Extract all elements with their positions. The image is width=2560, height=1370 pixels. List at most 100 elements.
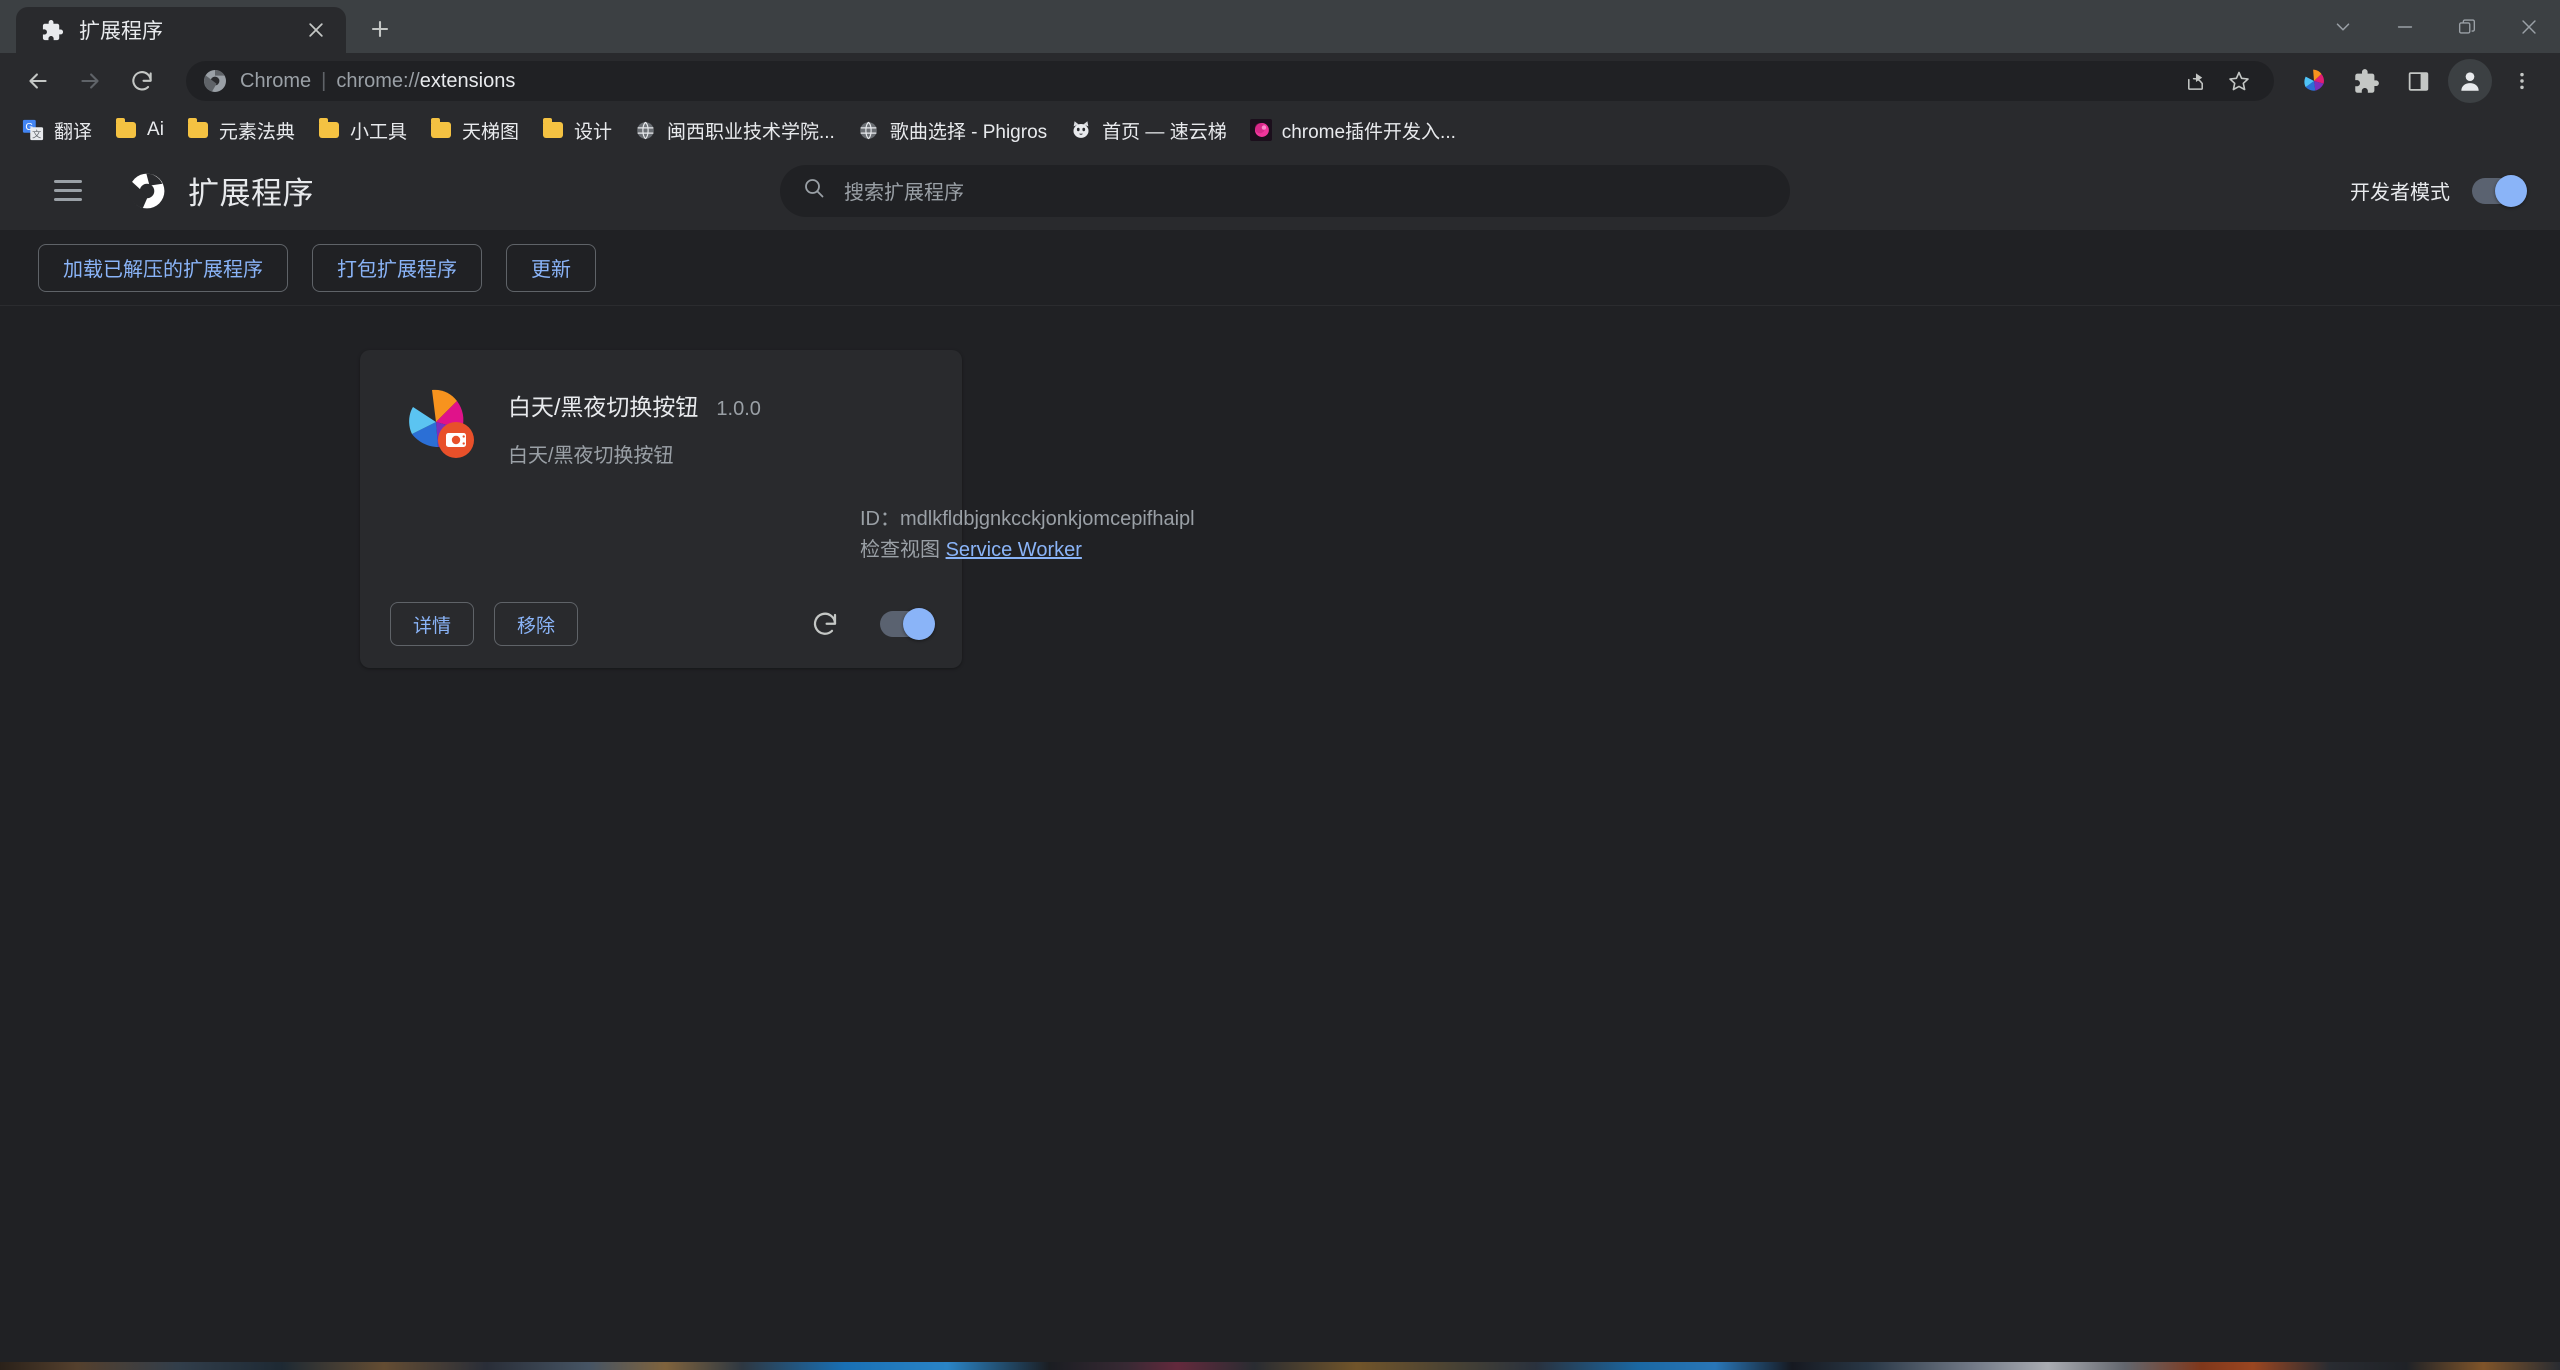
extension-name-row: 白天/黑夜切换按钮 1.0.0 xyxy=(508,388,761,422)
pink-sphere-icon xyxy=(1249,118,1273,142)
color-pinwheel-icon xyxy=(400,384,480,464)
details-button[interactable]: 详情 xyxy=(390,602,475,646)
extension-version: 1.0.0 xyxy=(716,398,761,420)
folder-icon xyxy=(541,118,565,142)
developer-mode-label: 开发者模式 xyxy=(2350,182,2450,204)
bookmark-item-chrome-plugin-dev[interactable]: chrome插件开发入... xyxy=(1238,111,1467,150)
tab-title: 扩展程序 xyxy=(79,20,163,43)
bookmark-folder-design[interactable]: 设计 xyxy=(530,111,623,150)
svg-text:文: 文 xyxy=(32,128,41,140)
reload-icon[interactable] xyxy=(808,607,842,641)
share-icon[interactable] xyxy=(2174,60,2216,102)
developer-mode-control: 开发者模式 xyxy=(2350,174,2527,207)
extension-card-controls xyxy=(808,607,935,641)
window-controls xyxy=(2312,0,2560,53)
remove-button[interactable]: 移除 xyxy=(494,602,579,646)
inspect-views-label: 检查视图 xyxy=(860,539,940,561)
extensions-action-toolbar: 加载已解压的扩展程序 打包扩展程序 更新 xyxy=(0,230,2560,306)
page-title: 扩展程序 xyxy=(188,176,314,211)
bookmark-folder-ai[interactable]: Ai xyxy=(103,112,175,148)
folder-icon xyxy=(114,118,138,142)
extension-id-row: ID：mdlkfldbjgnkcckjonkjomcepifhaipl xyxy=(860,502,1195,531)
extension-description: 白天/黑夜切换按钮 xyxy=(508,445,674,467)
forward-arrow-icon[interactable] xyxy=(66,57,114,105)
back-arrow-icon[interactable] xyxy=(14,57,62,105)
developer-mode-toggle[interactable] xyxy=(2472,174,2527,207)
globe-icon xyxy=(634,118,658,142)
star-icon[interactable] xyxy=(2218,60,2260,102)
bookmark-label: chrome插件开发入... xyxy=(1281,121,1456,143)
extension-enabled-toggle[interactable] xyxy=(880,608,935,640)
bookmark-label: 设计 xyxy=(573,121,612,143)
bookmark-item-suyunti[interactable]: 首页 — 速云梯 xyxy=(1058,111,1238,150)
omnibox-scheme-label: Chrome xyxy=(240,69,312,92)
extension-card-actions: 详情 移除 xyxy=(390,602,935,646)
bookmark-item-college[interactable]: 闽西职业技术学院... xyxy=(623,111,846,150)
bookmark-folder-tiantitu[interactable]: 天梯图 xyxy=(418,111,530,150)
update-button[interactable]: 更新 xyxy=(506,243,596,292)
bookmark-folder-yuansufadian[interactable]: 元素法典 xyxy=(175,111,306,150)
search-placeholder: 搜索扩展程序 xyxy=(844,182,964,204)
side-panel-icon[interactable] xyxy=(2394,57,2442,105)
folder-icon xyxy=(186,118,210,142)
browser-tab[interactable]: 扩展程序 xyxy=(16,7,346,53)
globe-icon xyxy=(857,118,881,142)
extension-meta: 白天/黑夜切换按钮 1.0.0 白天/黑夜切换按钮 xyxy=(508,378,761,468)
extension-views-row: 检查视图 Service Worker xyxy=(860,533,1082,562)
extensions-header: 扩展程序 搜索扩展程序 开发者模式 xyxy=(0,151,2560,230)
hamburger-menu-icon[interactable] xyxy=(54,171,94,211)
tab-strip: 扩展程序 xyxy=(0,0,2560,53)
bookmark-label: 元素法典 xyxy=(218,121,295,143)
omnibox-url-main: extensions xyxy=(419,69,516,92)
bookmark-label: 翻译 xyxy=(54,121,93,143)
taskbar-sliver xyxy=(0,1362,2560,1370)
minimize-button[interactable] xyxy=(2374,0,2436,53)
bookmark-label: Ai xyxy=(147,119,164,140)
bookmark-label: 天梯图 xyxy=(461,121,519,143)
folder-icon xyxy=(429,118,453,142)
extension-card: 白天/黑夜切换按钮 1.0.0 白天/黑夜切换按钮 ID：mdlkfldbjgn… xyxy=(360,350,1195,668)
pack-extension-button[interactable]: 打包扩展程序 xyxy=(312,243,482,292)
omnibox-separator: | xyxy=(321,69,327,92)
bookmark-folder-tools[interactable]: 小工具 xyxy=(306,111,418,150)
puzzle-piece-icon xyxy=(40,18,65,43)
search-icon xyxy=(802,176,826,205)
new-tab-button[interactable] xyxy=(358,7,402,51)
address-bar[interactable]: Chrome | chrome://extensions xyxy=(186,61,2274,101)
bookmark-label: 闽西职业技术学院... xyxy=(666,121,835,143)
close-button[interactable] xyxy=(2498,0,2560,53)
close-icon[interactable] xyxy=(300,14,332,46)
extension-card-header: 白天/黑夜切换按钮 1.0.0 白天/黑夜切换按钮 xyxy=(390,378,932,468)
browser-window: 扩展程序 Chrome | chrome://extensions G 文 翻译… xyxy=(0,0,2560,1370)
cat-icon xyxy=(1069,118,1093,142)
bookmark-label: 首页 — 速云梯 xyxy=(1102,121,1227,143)
chrome-logo-icon xyxy=(202,68,228,94)
address-bar-text: Chrome | chrome://extensions xyxy=(240,70,515,93)
load-unpacked-button[interactable]: 加载已解压的扩展程序 xyxy=(38,243,288,292)
three-dot-menu-icon[interactable] xyxy=(2498,57,2546,105)
tab-search-button[interactable] xyxy=(2312,0,2374,53)
search-extensions-field[interactable]: 搜索扩展程序 xyxy=(780,164,1790,217)
reload-icon[interactable] xyxy=(118,57,166,105)
extensions-page: 扩展程序 搜索扩展程序 开发者模式 加载已解压的扩展程序 打包扩展程序 更新 白… xyxy=(0,151,2560,1370)
bookmark-label: 歌曲选择 - Phigros xyxy=(889,121,1048,143)
restore-button[interactable] xyxy=(2436,0,2498,53)
extension-id-value: mdlkfldbjgnkcckjonkjomcepifhaipl xyxy=(900,508,1195,530)
service-worker-link[interactable]: Service Worker xyxy=(946,539,1082,561)
chrome-logo-icon xyxy=(128,172,166,210)
bookmark-label: 小工具 xyxy=(349,121,407,143)
google-translate-icon: G 文 xyxy=(21,118,45,142)
omnibox-url-prefix: chrome:// xyxy=(336,69,420,92)
omnibox-actions xyxy=(2174,60,2260,102)
extension-name: 白天/黑夜切换按钮 xyxy=(508,394,699,420)
browser-toolbar: Chrome | chrome://extensions xyxy=(0,53,2560,109)
bookmark-item-translate[interactable]: G 文 翻译 xyxy=(10,111,103,150)
extension-id-label: ID： xyxy=(860,508,900,530)
bookmark-item-phigros[interactable]: 歌曲选择 - Phigros xyxy=(846,111,1058,150)
bookmarks-bar: G 文 翻译 Ai 元素法典 小工具 天梯图 设计 闽西职业技术学院... 歌曲… xyxy=(0,109,2560,151)
extensions-grid: 白天/黑夜切换按钮 1.0.0 白天/黑夜切换按钮 ID：mdlkfldbjgn… xyxy=(0,306,2560,1370)
extensions-pinwheel-icon[interactable] xyxy=(2290,57,2338,105)
puzzle-piece-icon[interactable] xyxy=(2342,57,2390,105)
profile-avatar-icon[interactable] xyxy=(2448,59,2492,103)
folder-icon xyxy=(317,118,341,142)
